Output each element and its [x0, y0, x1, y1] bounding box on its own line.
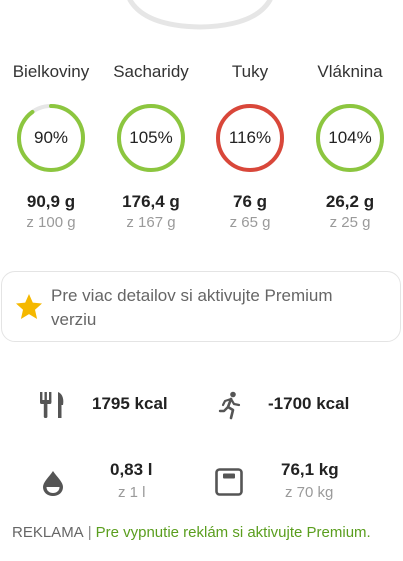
- macro-goal: z 25 g: [329, 214, 371, 231]
- macro-name: Sacharidy: [113, 62, 189, 81]
- macro-goal: z 167 g: [126, 214, 176, 231]
- water-intake-stat[interactable]: 0,83 l z 1 l: [36, 458, 206, 506]
- macro-progress-ring: 90%: [15, 102, 87, 174]
- macro-percent: 104%: [328, 128, 372, 147]
- premium-upsell-text: Pre viac detailov si aktivujte Premium v…: [51, 286, 333, 329]
- macro-progress-ring: 116%: [214, 102, 286, 174]
- water-drop-icon: [43, 471, 63, 496]
- macro-amount: 26,2 g: [325, 192, 375, 211]
- macro-percent: 116%: [228, 128, 272, 147]
- macro-carbs[interactable]: Sacharidy 105% 176,4 g z 167 g: [101, 58, 201, 231]
- premium-upsell-banner[interactable]: Pre viac detailov si aktivujte Premium v…: [1, 271, 401, 342]
- scale-icon: [215, 468, 243, 496]
- macro-fiber[interactable]: Vláknina 104% 26,2 g z 25 g: [300, 58, 400, 231]
- ad-banner: REKLAMA | Pre vypnutie reklám si aktivujte…: [12, 524, 371, 541]
- ad-label: REKLAMA: [12, 524, 84, 541]
- macro-progress-ring: 105%: [115, 102, 187, 174]
- ad-separator: |: [87, 524, 92, 541]
- macro-name: Bielkoviny: [12, 62, 90, 81]
- macro-percent: 105%: [129, 128, 173, 147]
- exercise-calories-stat[interactable]: -1700 kcal: [214, 388, 394, 428]
- remove-ads-link[interactable]: Pre vypnutie reklám si aktivujte Premium…: [96, 524, 371, 541]
- macro-name: Vláknina: [317, 62, 383, 81]
- water-intake-goal: z 1 l: [118, 484, 146, 501]
- water-intake-value: 0,83 l: [110, 460, 153, 479]
- macro-summary: Bielkoviny 90% 90,9 g z 100 g Sacharidy …: [0, 58, 403, 238]
- macro-amount: 176,4 g: [122, 192, 180, 211]
- weight-value: 76,1 kg: [281, 460, 339, 479]
- macro-amount: 90,9 g: [26, 192, 76, 211]
- fork-knife-icon: [40, 392, 64, 418]
- macro-name: Tuky: [231, 62, 269, 81]
- food-calories-stat[interactable]: 1795 kcal: [36, 388, 206, 428]
- macro-goal: z 65 g: [229, 214, 271, 231]
- food-calories-value: 1795 kcal: [92, 394, 168, 413]
- calorie-gauge-arc: [127, 0, 273, 30]
- running-person-icon: [218, 391, 241, 420]
- weight-stat[interactable]: 76,1 kg z 70 kg: [214, 458, 394, 506]
- weight-goal: z 70 kg: [285, 484, 334, 501]
- star-icon: [16, 294, 42, 319]
- macro-fat[interactable]: Tuky 116% 76 g z 65 g: [200, 58, 300, 231]
- macro-amount: 76 g: [232, 192, 268, 211]
- macro-percent: 90%: [33, 128, 69, 147]
- macro-goal: z 100 g: [26, 214, 76, 231]
- exercise-calories-value: -1700 kcal: [268, 394, 350, 413]
- macro-progress-ring: 104%: [314, 102, 386, 174]
- macro-protein[interactable]: Bielkoviny 90% 90,9 g z 100 g: [1, 58, 101, 231]
